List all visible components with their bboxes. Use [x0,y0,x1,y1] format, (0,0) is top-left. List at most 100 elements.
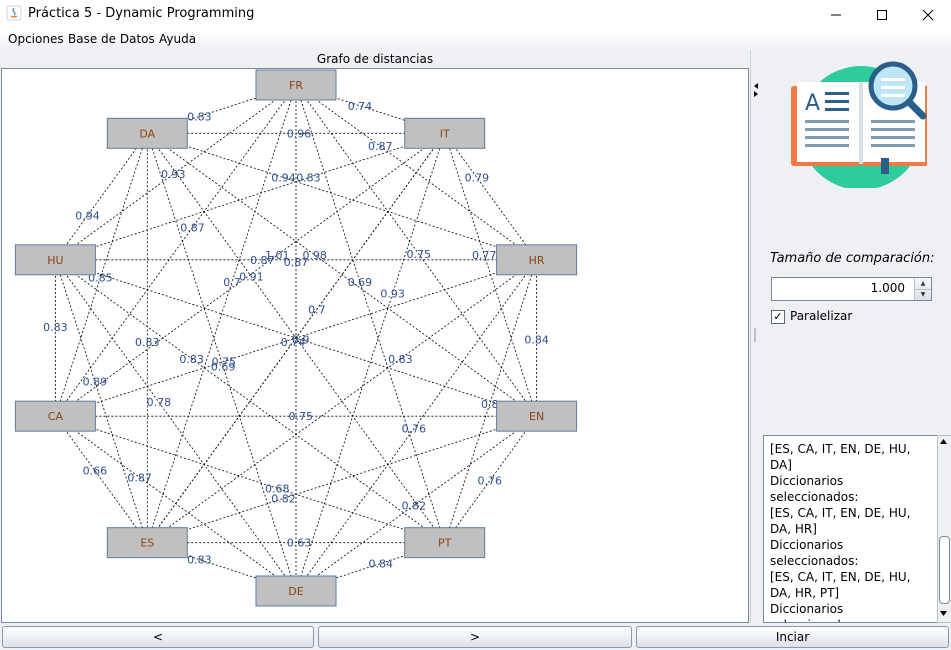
graph-canvas: 0.83 0.74 0.96 0.87 0.98 0.74 0.94 0.83 0.84 0.79… [1,68,749,623]
edge-weight-label: 0.87 [180,221,205,234]
edge-weight-label: 0.83 [296,172,321,185]
edge-weight-label: 0.76 [477,475,502,488]
edge-weight-label: 0.79 [465,172,490,185]
edge-weight-label: 0.84 [524,334,549,347]
node-label: HR [529,254,545,267]
side-panel: A Tamaño de comparación: 1.000 ▲ ▼ ✓ Par… [763,50,951,623]
edge-it-de [295,133,446,592]
scroll-up-icon [940,439,947,444]
edge-weight-label: 0.93 [380,288,405,301]
edge-weight-label: 0.94 [271,172,296,185]
java-icon [6,5,22,21]
window-title: Práctica 5 - Dynamic Programming [28,6,255,21]
node-da[interactable]: DA [106,117,188,149]
edge-weight-label: 0.78 [147,396,172,409]
menu-opciones[interactable]: Opciones [8,32,64,46]
maximize-icon [877,10,887,20]
edge-fr-es [146,84,297,543]
edge-weight-label: 0.89 [83,375,108,388]
edge-weight-label: 0.87 [127,471,152,484]
edge-weight-label: 0.75 [406,248,431,261]
edge-weight-label: 0.83 [388,353,413,366]
edge-weight-label: 0.84 [369,557,394,570]
node-label: HU [47,254,63,267]
divider-grip [754,328,756,342]
edge-weight-label: 1.01 [265,249,290,262]
edge-weight-label: 0.83 [135,336,160,349]
edge-weight-label: 0.75 [289,410,314,423]
next-button[interactable]: > [318,626,632,648]
parallelize-label[interactable]: Paralelizar [790,309,852,323]
edge-pt-ca [55,415,445,544]
node-hr[interactable]: HR [496,244,578,276]
edge-weight-label: 0.83 [179,353,204,366]
edge-weight-label: 0.9 [292,334,310,347]
comparison-size-value[interactable]: 1.000 [871,281,905,295]
edge-weight-label: 0.66 [83,465,108,478]
edge-weight-label: 0.68 [265,482,290,495]
node-label: PT [438,537,452,550]
edge-it-hr [444,133,537,261]
menu-ayuda[interactable]: Ayuda [159,32,196,46]
edge-weight-label: 0.83 [187,554,212,567]
edge-weight-label: 0.77 [472,249,497,262]
svg-text:A: A [805,91,820,116]
bottom-bar: < > Inciar [0,623,951,650]
edge-da-hr [147,132,537,261]
node-es[interactable]: ES [106,527,188,559]
parallelize-checkbox[interactable]: ✓ [771,310,785,324]
edge-weight-label: 0.69 [211,361,236,374]
edge-weight-label: 0.87 [368,140,393,153]
prev-button[interactable]: < [2,626,314,648]
node-label: ES [140,537,154,550]
node-ca[interactable]: CA [14,400,96,432]
edge-weight-label: 0.69 [348,276,373,289]
collapse-arrows-icon [754,83,758,97]
edge-ca-de [55,415,297,592]
edge-weight-label: 0.83 [43,321,68,334]
edge-weight-label: 0.96 [287,127,312,140]
node-label: FR [289,79,303,92]
menu-base-de-datos[interactable]: Base de Datos [68,32,155,46]
minimize-icon [831,14,841,16]
edge-weight-label: 0.82 [402,499,427,512]
maximize-button[interactable] [859,0,905,30]
edge-weight-label: 0.93 [161,168,186,181]
node-label: DA [139,127,155,140]
scroll-thumb[interactable] [939,536,950,604]
log-scrollbar[interactable] [937,435,951,623]
edge-weight-label: 0.8 [481,398,499,411]
distance-graph: 0.830.740.960.870.980.740.940.830.840.79… [14,69,578,607]
edge-weight-label: 0.76 [402,423,427,436]
comparison-size-spinner[interactable]: 1.000 ▲ ▼ [771,277,932,301]
edge-weight-label: 0.7 [223,276,241,289]
title-bar: Práctica 5 - Dynamic Programming [0,0,951,30]
node-en[interactable]: EN [496,400,578,432]
split-divider[interactable] [750,50,764,623]
start-button[interactable]: Inciar [636,626,949,648]
spinner-buttons: ▲ ▼ [914,278,931,300]
menu-bar: Opciones Base de Datos Ayuda [0,30,951,51]
node-it[interactable]: IT [404,117,486,149]
node-hu[interactable]: HU [14,244,96,276]
edge-weight-label: 0.83 [187,110,212,123]
dictionary-logo-icon: A [791,61,927,188]
edge-hu-da [55,133,148,261]
scroll-down-icon [940,611,947,616]
edge-weight-label: 0.74 [348,100,373,113]
edge-weight-label: 0.91 [239,271,264,284]
edge-hu-pt [55,259,445,544]
edge-weight-label: 0.94 [75,210,100,223]
log-textarea[interactable]: [ES, CA, IT, EN, DE, HU, DA] Diccionario… [763,435,939,623]
node-label: EN [529,410,544,423]
close-button[interactable] [905,0,951,30]
log-text: [ES, CA, IT, EN, DE, HU, DA] Diccionario… [770,442,911,622]
edge-weight-label: 0.7 [308,303,326,316]
spinner-down-icon[interactable]: ▼ [915,289,931,300]
node-de[interactable]: DE [255,575,337,607]
node-fr[interactable]: FR [255,69,337,101]
minimize-button[interactable] [813,0,859,30]
node-pt[interactable]: PT [404,527,486,559]
edge-hr-es [147,259,537,544]
node-label: CA [48,410,64,423]
